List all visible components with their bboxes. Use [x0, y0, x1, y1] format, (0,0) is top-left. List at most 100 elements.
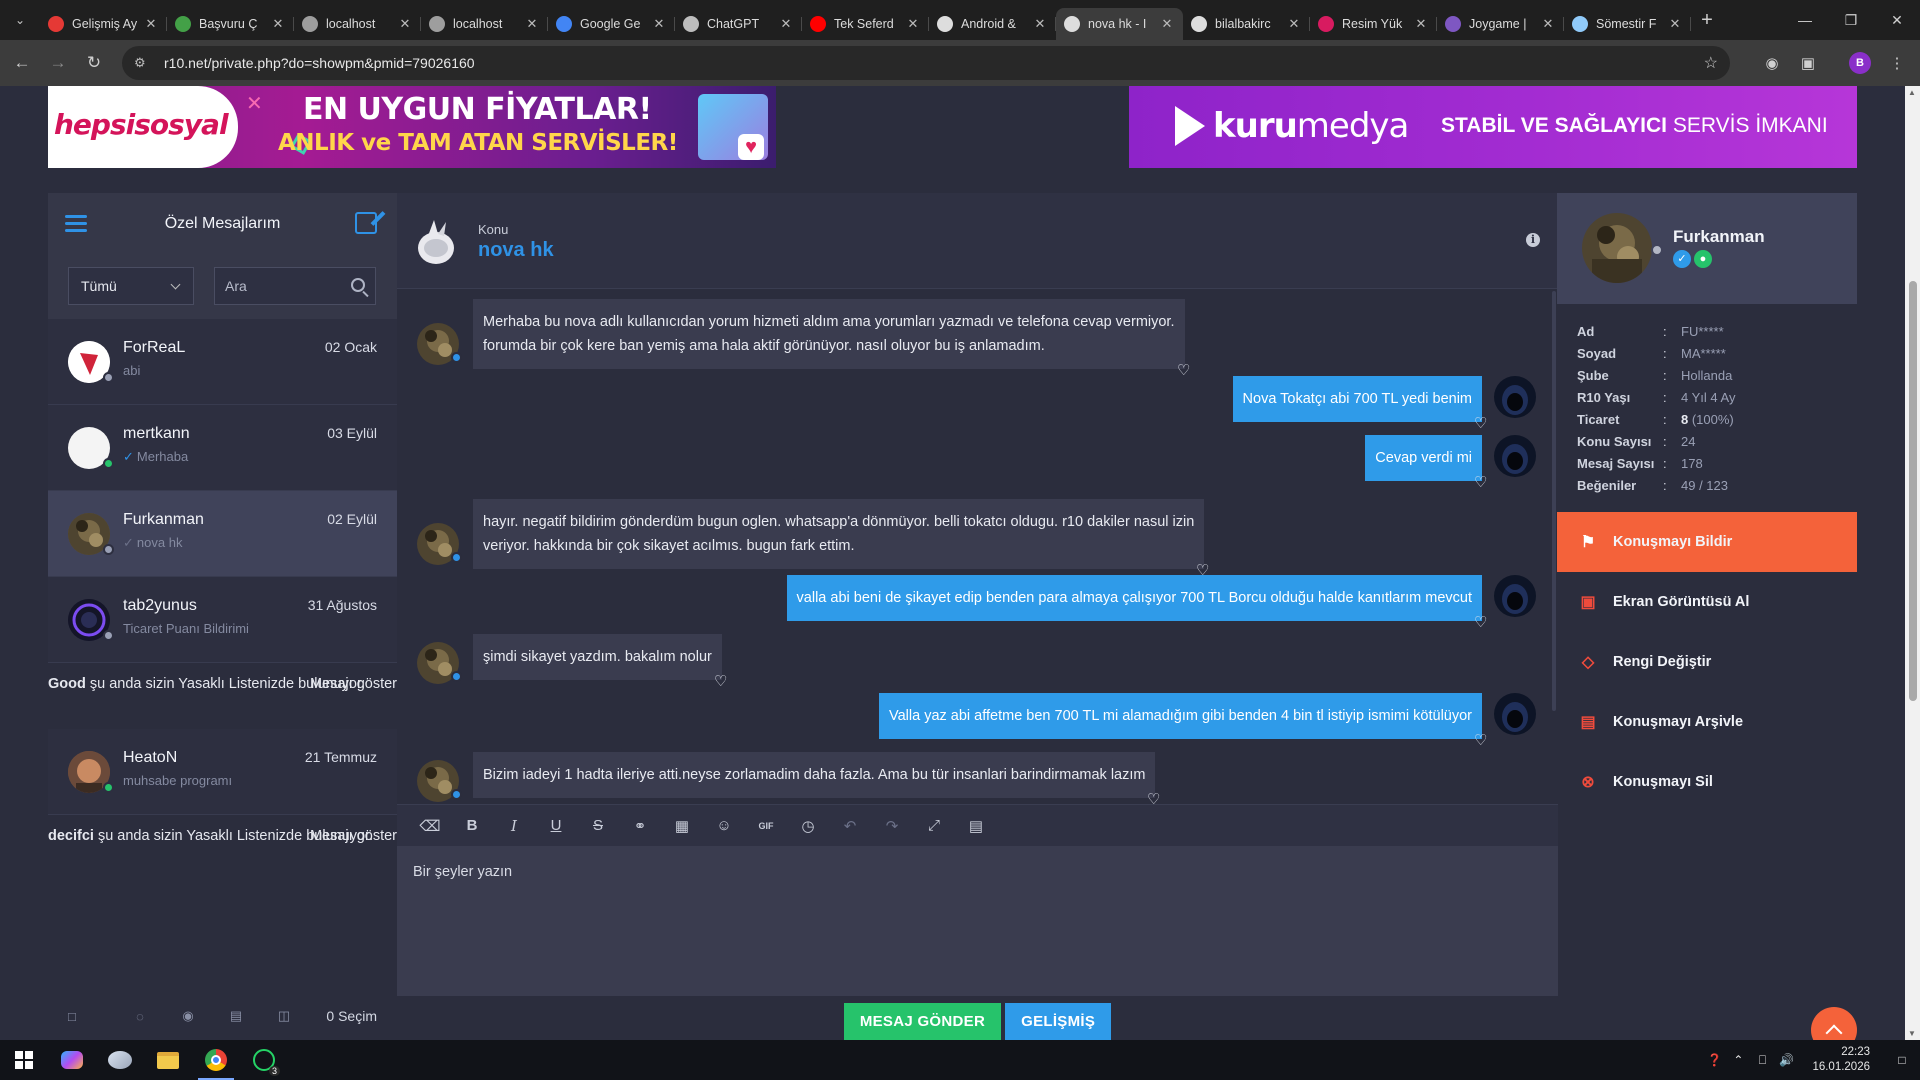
clock[interactable]: 22:23 16.01.2026	[1798, 1045, 1884, 1075]
network-icon[interactable]: ⎕	[1750, 1053, 1774, 1068]
browser-menu-icon[interactable]: ⋮	[1880, 46, 1914, 80]
like-heart-icon[interactable]: ♡	[1474, 416, 1487, 431]
undo-icon[interactable]: ↶	[829, 817, 871, 835]
site-info-icon[interactable]: ⚙	[134, 55, 154, 71]
tab-close-icon[interactable]: ✕	[524, 16, 540, 32]
browser-tab[interactable]: Başvuru Ç ✕	[167, 8, 294, 40]
notifications-icon[interactable]: □	[1884, 1053, 1920, 1067]
like-heart-icon[interactable]: ♡	[1474, 733, 1487, 748]
action-delete[interactable]: ⊗ Konuşmayı Sil	[1557, 752, 1857, 812]
url-text[interactable]: r10.net/private.php?do=showpm&pmid=79026…	[164, 55, 475, 71]
own-avatar[interactable]	[1494, 435, 1536, 477]
archive-icon[interactable]: ▤	[212, 1008, 260, 1024]
browser-tab[interactable]: Google Ge ✕	[548, 8, 675, 40]
conversation-item[interactable]: HeatoN 21 Temmuz muhsabe programı	[48, 729, 397, 815]
conversation-item[interactable]: ForReaL 02 Ocak abi	[48, 319, 397, 405]
mark-unread-icon[interactable]: ◌	[116, 1009, 164, 1024]
address-bar[interactable]: ⚙ r10.net/private.php?do=showpm&pmid=790…	[122, 46, 1730, 80]
profile-button[interactable]: B	[1843, 46, 1877, 80]
help-icon[interactable]: ❓	[1702, 1053, 1726, 1067]
action-flag[interactable]: ⚑ Konuşmayı Bildir	[1557, 512, 1857, 572]
profile-avatar[interactable]	[1582, 213, 1652, 283]
browser-tab[interactable]: Sömestir F ✕	[1564, 8, 1691, 40]
own-avatar[interactable]	[1494, 693, 1536, 735]
browser-tab[interactable]: Joygame | ✕	[1437, 8, 1564, 40]
back-icon[interactable]: ←	[4, 45, 40, 81]
tab-close-icon[interactable]: ✕	[1413, 16, 1429, 32]
screenshot-icon[interactable]: ◉	[1755, 46, 1789, 80]
show-message-link[interactable]: Mesajı göster	[310, 825, 397, 847]
tab-close-icon[interactable]: ✕	[270, 16, 286, 32]
tab-close-icon[interactable]: ✕	[397, 16, 413, 32]
browser-tab[interactable]: Android & ✕	[929, 8, 1056, 40]
tab-close-icon[interactable]: ✕	[1286, 16, 1302, 32]
browser-tab[interactable]: Tek Seferd ✕	[802, 8, 929, 40]
like-heart-icon[interactable]: ♡	[1147, 792, 1160, 804]
conversation-item[interactable]: tab2yunus 31 Ağustos Ticaret Puanı Bildiri…	[48, 577, 397, 663]
extensions-icon[interactable]: ▣	[1791, 46, 1825, 80]
browser-tab[interactable]: localhost ✕	[294, 8, 421, 40]
scroll-down-arrow-icon[interactable]: ▼	[1908, 1029, 1916, 1038]
profile-avatar[interactable]: B	[1849, 52, 1871, 74]
tray-chevron-icon[interactable]: ⌃	[1726, 1053, 1750, 1067]
ad-banner-kurumedya[interactable]: kurumedya STABİL VE SAĞLAYICI SERVİS İMK…	[1129, 86, 1857, 168]
emoji-icon[interactable]: ☺	[703, 817, 745, 834]
fullscreen-icon[interactable]: ⤢	[913, 817, 955, 834]
like-heart-icon[interactable]: ♡	[1474, 475, 1487, 490]
tab-close-icon[interactable]: ✕	[651, 16, 667, 32]
show-message-link[interactable]: Mesajı göster	[310, 673, 397, 695]
select-all-checkbox-icon[interactable]: □	[68, 1009, 116, 1024]
start-button[interactable]	[0, 1040, 48, 1080]
info-icon[interactable]: i	[1526, 233, 1540, 247]
profile-name[interactable]: Furkanman	[1673, 227, 1765, 247]
volume-icon[interactable]: 🔊	[1774, 1053, 1798, 1067]
tab-close-icon[interactable]: ✕	[1667, 16, 1683, 32]
file-explorer-icon[interactable]	[144, 1040, 192, 1080]
blocked-username[interactable]: decifci	[48, 828, 94, 844]
bookmark-star-icon[interactable]: ☆	[1704, 53, 1718, 73]
action-camera[interactable]: ▣ Ekran Görüntüsü Al	[1557, 572, 1857, 632]
search-input[interactable]: Ara	[214, 267, 376, 305]
browser-tab[interactable]: ChatGPT ✕	[675, 8, 802, 40]
clear-format-icon[interactable]: ⌫	[409, 817, 451, 835]
tab-close-icon[interactable]: ✕	[778, 16, 794, 32]
tab-close-icon[interactable]: ✕	[1159, 16, 1175, 32]
image-icon[interactable]: ▦	[661, 817, 703, 835]
scrollbar-thumb[interactable]	[1909, 281, 1917, 701]
filter-select[interactable]: Tümü	[68, 267, 194, 305]
trash-icon[interactable]: ◫	[260, 1008, 308, 1024]
copilot-icon[interactable]	[48, 1040, 96, 1080]
whatsapp-icon[interactable]: 3	[240, 1040, 288, 1080]
bold-icon[interactable]: B	[451, 817, 493, 834]
tab-search-chevron-icon[interactable]: ⌄	[0, 0, 40, 40]
conversation-item[interactable]: Furkanman 02 Eylül ✓ nova hk	[48, 491, 397, 577]
like-heart-icon[interactable]: ♡	[1177, 363, 1190, 378]
chrome-icon[interactable]	[192, 1040, 240, 1080]
message-editor[interactable]: Bir şeyler yazın	[397, 846, 1558, 996]
scroll-up-arrow-icon[interactable]: ▲	[1908, 88, 1916, 97]
action-archive[interactable]: ▤ Konuşmayı Arşivle	[1557, 692, 1857, 752]
quote-icon[interactable]: ◷	[787, 817, 829, 835]
tab-close-icon[interactable]: ✕	[1032, 16, 1048, 32]
like-heart-icon[interactable]: ♡	[714, 674, 727, 689]
mark-read-icon[interactable]: ◉	[164, 1008, 212, 1024]
link-icon[interactable]: ⚭	[619, 817, 661, 835]
own-avatar[interactable]	[1494, 376, 1536, 418]
own-avatar[interactable]	[1494, 575, 1536, 617]
compose-icon[interactable]	[355, 212, 377, 234]
tab-close-icon[interactable]: ✕	[143, 16, 159, 32]
browser-tab[interactable]: nova hk - I ✕	[1056, 8, 1183, 40]
italic-icon[interactable]: I	[493, 817, 535, 835]
reload-icon[interactable]: ↻	[76, 45, 112, 81]
page-scrollbar[interactable]: ▲ ▼	[1905, 86, 1920, 1040]
browser-tab[interactable]: localhost ✕	[421, 8, 548, 40]
close-window-icon[interactable]: ✕	[1874, 0, 1920, 40]
blocked-username[interactable]: Good	[48, 676, 86, 692]
underline-icon[interactable]: U	[535, 817, 577, 834]
browser-tab[interactable]: Resim Yük ✕	[1310, 8, 1437, 40]
conversation-item[interactable]: mertkann 03 Eylül ✓ Merhaba	[48, 405, 397, 491]
new-tab-button[interactable]: +	[1691, 4, 1723, 36]
source-icon[interactable]: ▤	[955, 817, 997, 835]
like-heart-icon[interactable]: ♡	[1474, 615, 1487, 630]
browser-tab[interactable]: Gelişmiş Ay ✕	[40, 8, 167, 40]
